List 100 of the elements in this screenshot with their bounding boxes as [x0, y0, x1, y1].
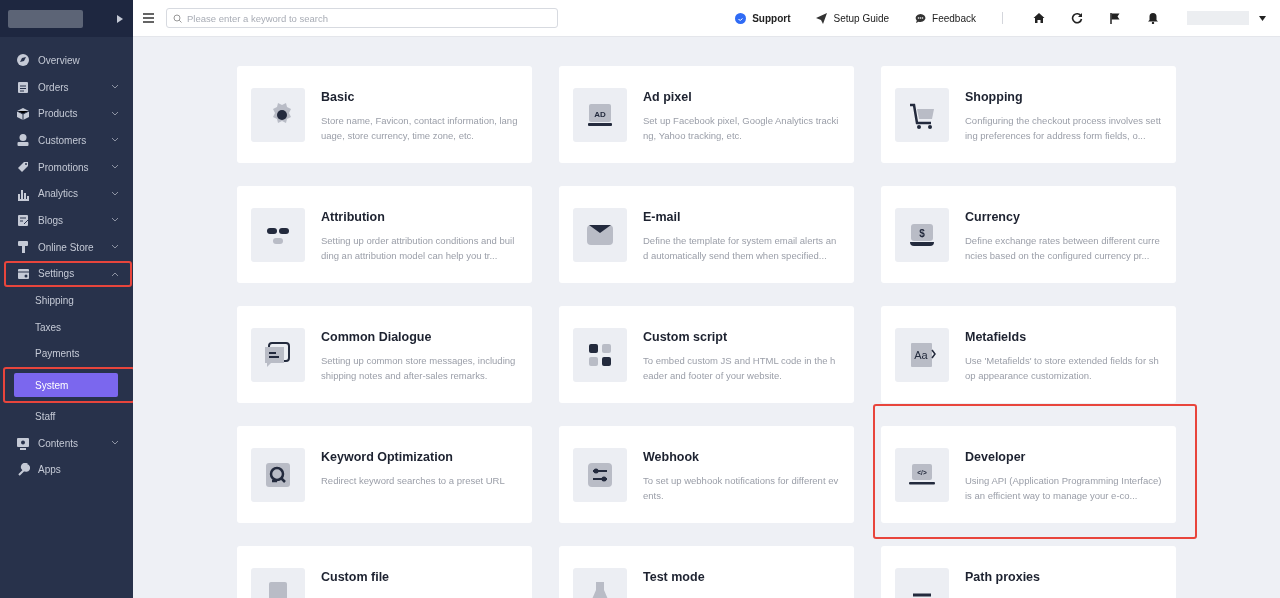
card-title: Common Dialogue	[321, 330, 433, 344]
card-description: Setting up common store messages, including shipping notes and after-sales remarks.	[321, 354, 517, 383]
settings-card[interactable]: $ Currency Define exchange rates between different currencies based on the configured currency pr...	[881, 186, 1176, 283]
card-description: Redirect keyword searches to a preset URL	[321, 474, 506, 488]
glasses-icon	[251, 208, 305, 262]
compass-icon	[16, 53, 30, 68]
card-title: Ad pixel	[643, 90, 693, 104]
card-description: Using API (Application Programming Interface) is an efficient way to manage your e-co...	[965, 474, 1162, 503]
card-title: Webhook	[643, 450, 701, 464]
settings-card[interactable]: Common Dialogue Setting up common store messages, including shipping notes and after-sales remarks.	[237, 306, 532, 403]
sidebar-item[interactable]: Apps	[0, 456, 133, 484]
settings-card[interactable]: Aa Metafields Use 'Metafields' to store extended fields for shop appearance customization.	[881, 306, 1176, 403]
paint-roller-icon	[16, 240, 30, 255]
card-description: To embed custom JS and HTML code in the header and footer of your website.	[643, 354, 837, 383]
settings-card[interactable]: Attribution Setting up order attribution conditions and building an attribution model can help you tr...	[237, 186, 532, 283]
chevron-down-icon	[111, 164, 119, 171]
card-title: Metafields	[965, 330, 1028, 344]
money-icon: $	[895, 208, 949, 262]
document-icon	[16, 213, 30, 228]
sidebar-item[interactable]: Settings	[4, 260, 132, 288]
card-description: Define exchange rates between different currencies based on the configured currency pr...	[965, 234, 1161, 263]
bell-icon[interactable]	[1147, 12, 1159, 24]
card-title: Developer	[965, 450, 1027, 464]
card-title: Currency	[965, 210, 1021, 224]
envelope-icon	[573, 208, 627, 262]
chevron-down-icon	[111, 190, 119, 197]
clipboard-icon	[16, 80, 30, 95]
sidebar-item[interactable]: Online Store	[0, 233, 133, 261]
card-title: Test mode	[643, 570, 706, 584]
card-description: Define the template for system email alerts and automatically send them when specified...	[643, 234, 838, 263]
settings-card[interactable]: Custom file	[237, 546, 532, 598]
sidebar-item[interactable]: Orders	[0, 73, 133, 101]
sidebar-item[interactable]: Contents	[0, 429, 133, 457]
card-description: Use 'Metafields' to store extended fields for shop appearance customization.	[965, 354, 1160, 383]
chevron-down-icon	[111, 217, 119, 224]
settings-card[interactable]: Path proxies	[881, 546, 1176, 598]
sidebar-subitem[interactable]: Shipping	[5, 289, 133, 312]
expand-icon[interactable]	[117, 14, 123, 23]
sidebar-subitem[interactable]: System	[14, 373, 118, 398]
chevron-down-icon	[111, 84, 119, 91]
sidebar-item[interactable]: Products	[0, 100, 133, 128]
monitor-icon	[16, 436, 30, 451]
card-title: Custom script	[643, 330, 729, 344]
home-icon[interactable]	[1033, 12, 1045, 24]
toolbar-link[interactable]: Setup Guide	[816, 12, 890, 24]
chevron-down-icon	[111, 244, 119, 251]
text-page-icon: Aa	[895, 328, 949, 382]
settings-card[interactable]: E-mail Define the template for system email alerts and automatically send them when specified...	[559, 186, 854, 283]
sliders-icon	[573, 448, 627, 502]
person-icon	[16, 133, 30, 148]
card-title: Basic	[321, 90, 356, 104]
sidebar-item[interactable]: Analytics	[0, 180, 133, 208]
caret-icon[interactable]	[1259, 15, 1266, 21]
chat-icon	[915, 12, 927, 24]
card-description: To set up webhook notifications for different events.	[643, 474, 840, 503]
card-title: Keyword Optimization	[321, 450, 454, 464]
card-title: E-mail	[643, 210, 682, 224]
support-icon	[735, 12, 747, 24]
sidebar-item[interactable]: Overview	[0, 47, 133, 74]
card-title: Attribution	[321, 210, 386, 224]
sidebar-subitem[interactable]: Payments	[5, 342, 133, 366]
box-icon	[16, 106, 30, 121]
card-description: Configuring the checkout process involves setting preferences for address form fields, o...	[965, 114, 1162, 143]
card-title: Shopping	[965, 90, 1024, 104]
sidebar-item[interactable]: Promotions	[0, 153, 133, 181]
sidebar-item[interactable]: Customers	[0, 127, 133, 154]
chevron-down-icon	[111, 110, 119, 117]
chevron-up-icon	[111, 270, 119, 277]
settings-card[interactable]: Custom script To embed custom JS and HTML code in the header and footer of your website.	[559, 306, 854, 403]
ad-monitor-icon: AD	[573, 88, 627, 142]
card-description: Set up Facebook pixel, Google Analytics tracking, Yahoo tracking, etc.	[643, 114, 840, 143]
cart-icon	[895, 88, 949, 142]
settings-card[interactable]: Test mode	[559, 546, 854, 598]
flag-icon[interactable]	[1109, 12, 1121, 24]
refresh-icon[interactable]	[1071, 12, 1083, 24]
card-description: Store name, Favicon, contact information, language, store currency, time zone, etc.	[321, 114, 518, 143]
settings-card[interactable]: Shopping Configuring the checkout process involves setting preferences for address form fields, o...	[881, 66, 1176, 163]
settings-card[interactable]: Basic Store name, Favicon, contact information, language, store currency, time zone, etc.	[237, 66, 532, 163]
sidebar-subitem[interactable]: Taxes	[5, 315, 133, 339]
store-icon	[16, 266, 30, 281]
toolbar-link[interactable]: Feedback	[915, 12, 976, 24]
chevron-down-icon	[111, 137, 119, 144]
gear-icon	[251, 88, 305, 142]
toolbar-link[interactable]: Support	[735, 12, 791, 24]
card-title: Custom file	[321, 570, 391, 584]
search-page-icon	[251, 448, 305, 502]
tag-icon	[16, 160, 30, 175]
card-title: Path proxies	[965, 570, 1042, 584]
sidebar-subitem[interactable]: Staff	[5, 405, 133, 428]
search-icon	[173, 13, 182, 23]
chevron-down-icon	[111, 440, 119, 447]
search-field[interactable]: Please enter a keyword to search	[166, 8, 558, 28]
sidebar-item[interactable]: Blogs	[0, 207, 133, 234]
card-description: Setting up order attribution conditions and building an attribution model can help you tr...	[321, 234, 516, 263]
grid-icon	[573, 328, 627, 382]
settings-card[interactable]: Keyword Optimization Redirect keyword searches to a preset URL	[237, 426, 532, 523]
menu-icon[interactable]	[143, 13, 154, 23]
settings-card[interactable]: Webhook To set up webhook notifications for different events.	[559, 426, 854, 523]
paper-plane-icon	[816, 12, 828, 24]
settings-card[interactable]: AD Ad pixel Set up Facebook pixel, Google Analytics tracking, Yahoo tracking, etc.	[559, 66, 854, 163]
